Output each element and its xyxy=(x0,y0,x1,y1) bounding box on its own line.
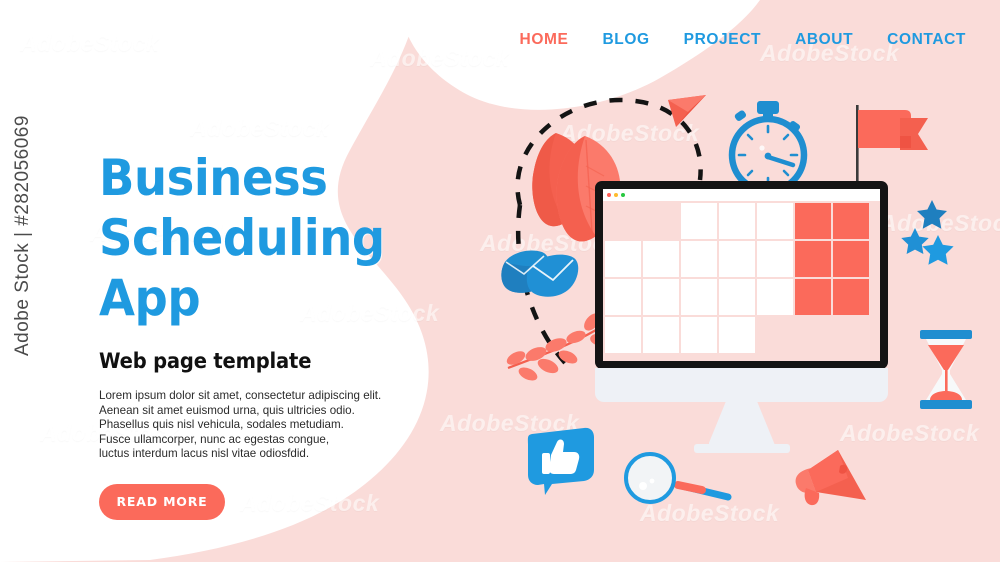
stopwatch-icon xyxy=(728,101,808,195)
calendar-cell[interactable] xyxy=(643,241,679,277)
main-navigation[interactable]: HOME BLOG PROJECT ABOUT CONTACT xyxy=(520,31,966,49)
calendar-cell[interactable] xyxy=(681,279,717,315)
monitor-stand xyxy=(708,402,775,444)
calendar-cell[interactable] xyxy=(605,317,641,353)
paragraph-line: Lorem ipsum dolor sit amet, consectetur … xyxy=(99,389,382,402)
calendar-cell[interactable] xyxy=(795,241,831,277)
browser-titlebar xyxy=(603,189,880,201)
origami-envelope-icon xyxy=(501,250,579,297)
calendar-cell[interactable] xyxy=(605,241,641,277)
calendar-cell[interactable] xyxy=(605,279,641,315)
page-root: AdobeStock AdobeStock AdobeStock AdobeSt… xyxy=(0,0,1000,562)
monitor-bezel xyxy=(595,368,888,402)
paper-plane-icon xyxy=(668,95,706,127)
page-title-line2: Scheduling App xyxy=(99,209,385,327)
calendar-cell[interactable] xyxy=(681,317,717,353)
monitor-frame xyxy=(595,181,888,369)
star-icon xyxy=(901,200,954,265)
nav-item-home[interactable]: HOME xyxy=(520,31,569,49)
megaphone-icon xyxy=(795,450,866,506)
magnifier-icon xyxy=(624,452,732,504)
nav-item-project[interactable]: PROJECT xyxy=(684,31,761,49)
page-title-line1: Business xyxy=(99,149,328,207)
monitor-stand-base xyxy=(693,444,790,453)
nav-item-about[interactable]: ABOUT xyxy=(795,31,853,49)
calendar-cell[interactable] xyxy=(757,279,793,315)
calendar-cell[interactable] xyxy=(795,279,831,315)
calendar-cell[interactable] xyxy=(719,203,755,239)
calendar-cell[interactable] xyxy=(719,241,755,277)
paragraph-line: Aenean sit amet euismod urna, quis ultri… xyxy=(99,403,355,417)
calendar-cell[interactable] xyxy=(643,317,679,353)
hourglass-icon xyxy=(920,330,972,409)
calendar-cell[interactable] xyxy=(757,241,793,277)
window-maximize-dot[interactable] xyxy=(621,193,625,197)
window-minimize-dot[interactable] xyxy=(614,193,618,197)
monitor-illustration xyxy=(595,181,888,453)
paragraph-line: Phasellus quis nisl vehicula, sodales me… xyxy=(99,418,344,432)
read-more-button[interactable]: READ MORE xyxy=(99,483,225,520)
calendar-cell[interactable] xyxy=(757,203,793,239)
hero-paragraph: Lorem ipsum dolor sit amet, consectetur … xyxy=(99,389,499,462)
calendar-cell[interactable] xyxy=(681,241,717,277)
calendar-cell[interactable] xyxy=(795,203,831,239)
thumbs-up-bubble-icon xyxy=(527,427,594,495)
nav-item-blog[interactable]: BLOG xyxy=(602,31,649,49)
monitor-screen xyxy=(603,189,880,361)
paragraph-line: luctus interdum lacus nisl vitae odiosfd… xyxy=(99,447,310,461)
calendar-grid xyxy=(603,201,880,361)
paragraph-line: Fusce ullamcorper, nunc ac egestas congu… xyxy=(99,432,330,446)
calendar-cell[interactable] xyxy=(643,279,679,315)
calendar-cell[interactable] xyxy=(833,203,869,239)
nav-item-contact[interactable]: CONTACT xyxy=(887,31,966,49)
page-subtitle: Web page template xyxy=(99,349,312,373)
window-close-dot[interactable] xyxy=(607,193,611,197)
calendar-cell[interactable] xyxy=(719,317,755,353)
hero-copy: Business Scheduling App Web page templat… xyxy=(99,148,499,520)
calendar-cell[interactable] xyxy=(681,203,717,239)
calendar-cell[interactable] xyxy=(719,279,755,315)
calendar-cell[interactable] xyxy=(833,279,869,315)
calendar-cell[interactable] xyxy=(833,241,869,277)
